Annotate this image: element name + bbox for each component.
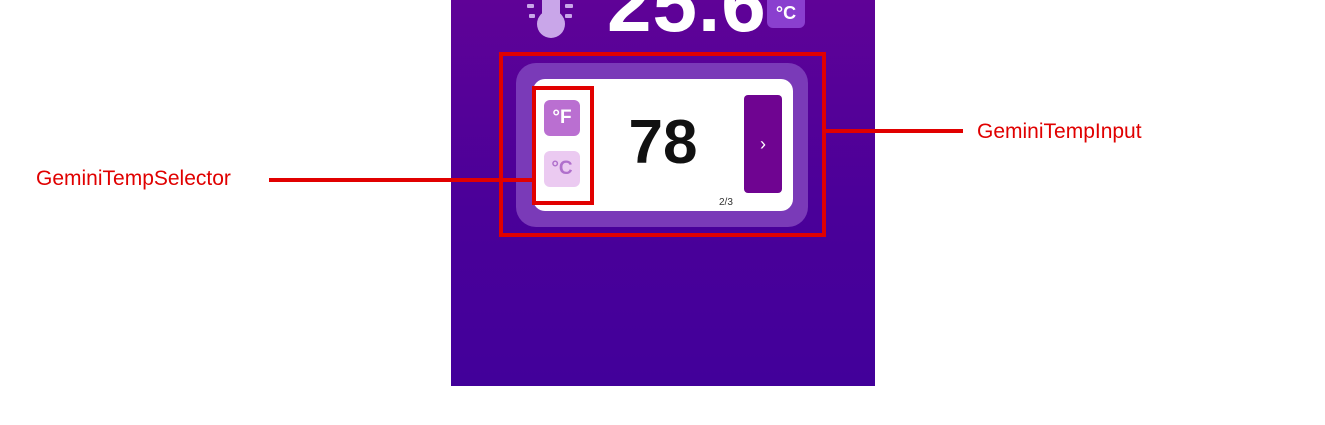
temp-input-annotation-label: GeminiTempInput xyxy=(977,120,1142,143)
current-temperature: 25.6 xyxy=(607,0,767,48)
temp-selector-annotation-label: GeminiTempSelector xyxy=(36,167,231,190)
thermometer-icon xyxy=(527,0,573,38)
temp-selector-pointer-line xyxy=(269,178,532,182)
temp-input-pointer-line xyxy=(826,129,963,133)
current-unit-badge: °C xyxy=(767,0,805,28)
temp-selector-highlight-box xyxy=(532,86,594,205)
